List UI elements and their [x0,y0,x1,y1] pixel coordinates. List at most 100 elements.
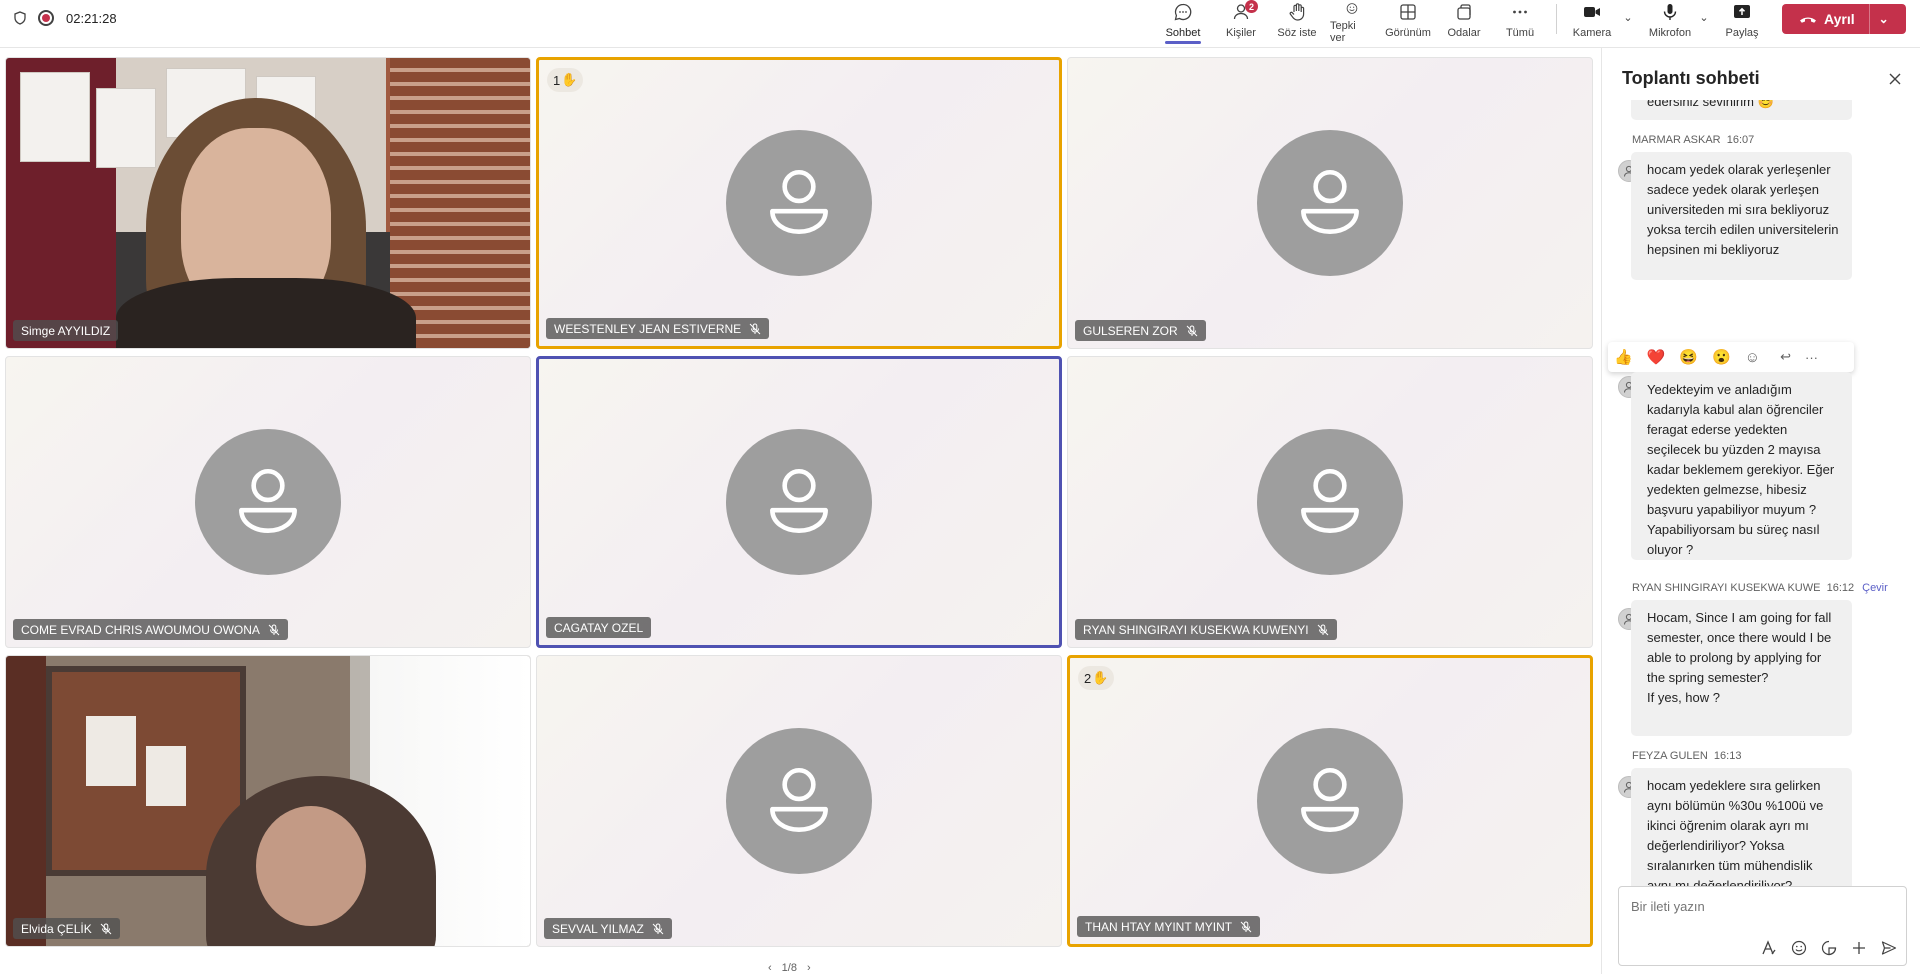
participant-tile[interactable]: CAGATAY OZEL [536,356,1062,648]
message-text: hocam yedeklere sıra gelirken aynı bölüm… [1647,778,1824,893]
message-text: hocam yedek olarak yerleşenler sadece ye… [1647,162,1839,257]
participant-name: WEESTENLEY JEAN ESTIVERNE [554,321,742,336]
more-button[interactable]: Tümü [1503,0,1537,44]
emoji-icon[interactable] [1790,939,1808,957]
participant-name: COME EVRAD CHRIS AWOUMOU OWONA [21,622,260,637]
person-icon [770,169,828,235]
sticker-icon[interactable] [1820,939,1838,957]
chat-message: edersiniz sevinirim 😊 [1631,100,1852,120]
microphone-icon [1663,4,1677,20]
leave-options-chevron-icon[interactable]: ⌄ [1870,12,1898,26]
react-button[interactable]: Tepki ver [1330,0,1374,44]
poster-paper [20,72,90,162]
raise-hand-label: Söz iste [1277,27,1317,39]
close-icon[interactable] [1886,70,1904,88]
emoji-icon [1346,3,1358,14]
hand-icon [1289,3,1305,21]
people-button[interactable]: 2 Kişiler [1221,0,1261,44]
participant-name: GULSEREN ZOR [1083,323,1178,338]
chat-button-label: Sohbet [1165,27,1201,39]
translate-link[interactable]: Çevir [1862,582,1888,594]
surprised-reaction-button[interactable]: 😮 [1712,348,1731,366]
camera-button-label: Kamera [1572,27,1612,39]
format-icon[interactable] [1760,939,1778,957]
rooms-button[interactable]: Odalar [1445,0,1483,44]
view-button[interactable]: Görünüm [1385,0,1431,44]
people-count-badge: 2 [1245,0,1258,13]
send-icon[interactable] [1880,939,1898,957]
avatar [726,429,872,575]
more-icon [1513,10,1527,14]
mic-off-icon [749,323,761,334]
participant-tile[interactable]: RYAN SHINGIRAYI KUSEKWA KUWENYI [1067,356,1593,648]
recording-icon [38,10,54,26]
previous-page-button[interactable]: ‹ [768,962,772,974]
avatar [1257,429,1403,575]
participant-name-tag: CAGATAY OZEL [546,617,652,638]
avatar [1257,130,1403,276]
person-icon [1301,767,1359,833]
message-meta: RYAN SHINGIRAYI KUSEKWA KUWE 16:12 Çevir [1632,582,1888,594]
raised-hand-badge: 2 ✋ [1078,666,1115,690]
chat-message: hocam yedek olarak yerleşenler sadece ye… [1631,152,1852,280]
message-composer [1618,886,1907,966]
shield-icon[interactable] [14,11,26,25]
poster-paper [96,88,156,168]
camera-options-chevron-icon[interactable]: ⌄ [1621,10,1635,24]
window-blinds [390,58,530,348]
message-author: FEYZA GULEN [1632,750,1708,762]
camera-icon [1584,7,1600,17]
microphone-button[interactable]: Mikrofon [1646,0,1694,44]
leave-button[interactable]: Ayrıl ⌄ [1782,4,1906,34]
participant-name-tag: Elvida ÇELİK [13,918,120,939]
pinned-note [86,716,136,786]
leave-button-label: Ayrıl [1824,11,1855,27]
message-time: 16:07 [1726,134,1755,146]
participant-body [116,278,416,348]
participant-tile[interactable]: SEVVAL YILMAZ [536,655,1062,947]
mic-off-icon [652,923,664,934]
more-options-button[interactable]: ··· [1805,350,1818,365]
chat-icon [1174,3,1192,21]
person-icon [1301,169,1359,235]
share-icon [1734,5,1750,18]
message-input[interactable] [1631,899,1891,914]
message-meta: MARMAR ASKAR 16:07 [1632,134,1754,146]
composer-toolbar [1760,939,1898,957]
reply-button[interactable]: ↩ [1780,349,1791,365]
participant-tile[interactable]: 2 ✋ THAN HTAY MYINT MYINT [1067,655,1593,947]
next-page-button[interactable]: › [807,962,811,974]
add-reaction-button[interactable]: ☺ [1745,349,1760,366]
share-button[interactable]: Paylaş [1724,0,1760,44]
laugh-reaction-button[interactable]: 😆 [1679,348,1698,366]
participant-tile[interactable]: Simge AYYILDIZ [5,57,531,349]
participant-name-tag: SEVVAL YILMAZ [544,918,672,939]
message-meta: FEYZA GULEN 16:13 [1632,750,1741,762]
mic-off-icon [100,923,112,934]
participant-tile[interactable]: COME EVRAD CHRIS AWOUMOU OWONA [5,356,531,648]
rooms-button-label: Odalar [1447,27,1481,39]
like-reaction-button[interactable]: 👍 [1614,348,1633,366]
mic-off-icon [1317,624,1328,635]
participant-tile[interactable]: GULSEREN ZOR [1067,57,1593,349]
participant-name: THAN HTAY MYINT MYINT [1085,919,1233,934]
camera-button[interactable]: Kamera [1571,0,1613,44]
meeting-toolbar: 02:21:28 Sohbet 2 Kişiler Söz iste Tepki… [0,0,1920,48]
microphone-button-label: Mikrofon [1648,27,1692,39]
meeting-chat-panel: Toplantı sohbeti edersiniz sevinirim 😊 M… [1601,48,1920,974]
participant-tile[interactable]: Elvida ÇELİK [5,655,531,947]
participant-name-tag: Simge AYYILDIZ [13,320,119,341]
participant-name-tag: RYAN SHINGIRAYI KUSEKWA KUWENYI [1075,619,1337,640]
message-author: RYAN SHINGIRAYI KUSEKWA KUWE [1632,582,1821,594]
heart-reaction-button[interactable]: ❤️ [1647,348,1666,366]
participant-name-tag: COME EVRAD CHRIS AWOUMOU OWONA [13,619,288,640]
plus-icon[interactable] [1850,939,1868,957]
participant-name: Simge AYYILDIZ [21,323,111,338]
chat-message-list[interactable]: edersiniz sevinirim 😊 MARMAR ASKAR 16:07… [1602,100,1920,920]
microphone-options-chevron-icon[interactable]: ⌄ [1697,10,1711,24]
participant-tile[interactable]: 1 ✋ WEESTENLEY JEAN ESTIVERNE [536,57,1062,349]
raise-hand-button[interactable]: Söz iste [1276,0,1318,44]
gallery-pager: ‹ 1/8 › [768,962,811,974]
chat-button[interactable]: Sohbet [1163,0,1203,44]
share-button-label: Paylaş [1725,27,1759,39]
